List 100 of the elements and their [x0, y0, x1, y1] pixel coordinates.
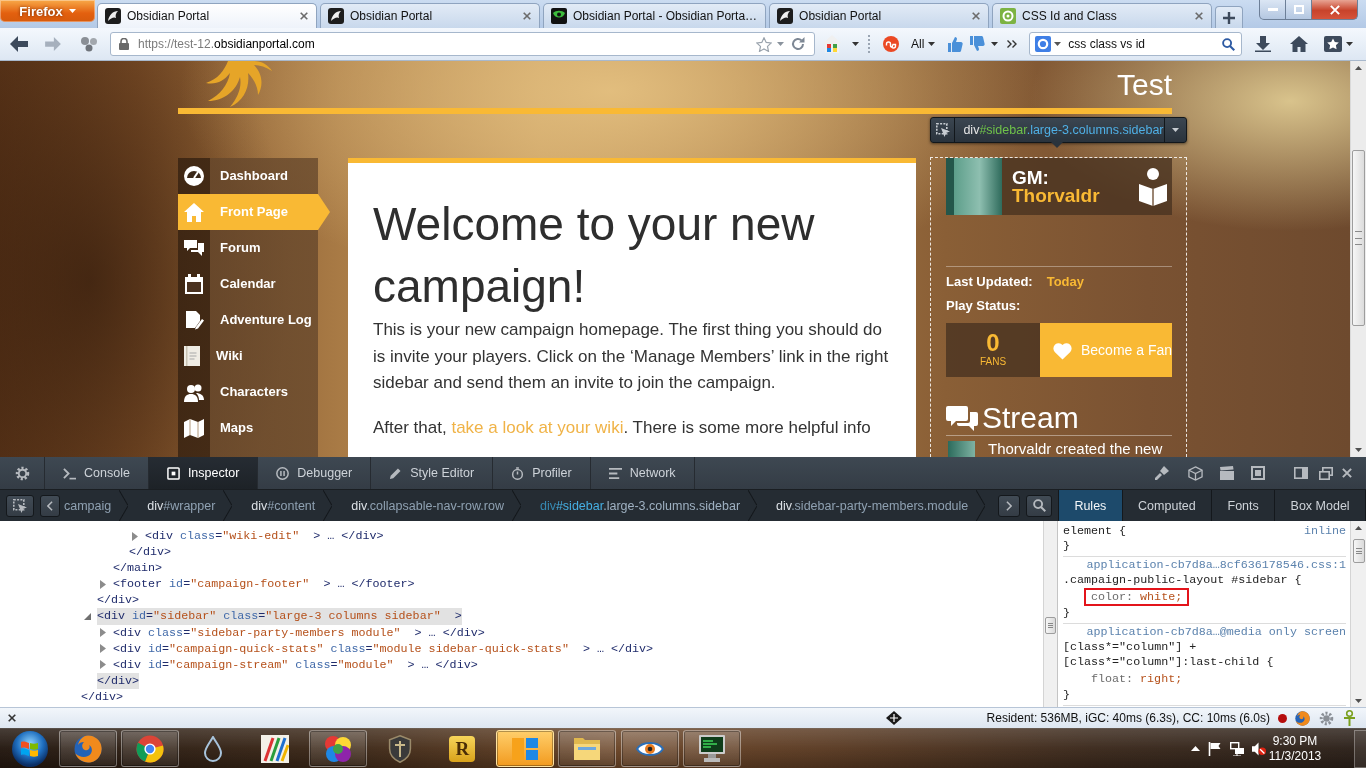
menu-button[interactable]: All	[911, 37, 936, 51]
caret-icon[interactable]	[1054, 42, 1062, 46]
flag-icon[interactable]	[1208, 741, 1221, 756]
nav-item[interactable]: Characters	[178, 374, 318, 410]
close-icon[interactable]	[300, 12, 308, 20]
markup-close-tag[interactable]: </div>	[129, 544, 172, 561]
double-chevron-icon[interactable]	[1007, 40, 1018, 48]
paintbrush-icon[interactable]	[1155, 466, 1169, 480]
nav-item[interactable]: Forum	[178, 230, 318, 266]
close-button[interactable]	[1312, 0, 1358, 20]
taskbar-button[interactable]: R	[433, 730, 492, 767]
clock-button[interactable]: 9:30 PM 11/3/2013	[1267, 733, 1323, 764]
maximize-button[interactable]	[1286, 0, 1312, 20]
settings-icon[interactable]	[14, 465, 30, 481]
record-dot-icon[interactable]	[1278, 713, 1287, 723]
scrollbar-thumb[interactable]	[1352, 539, 1365, 563]
close-icon[interactable]	[1342, 468, 1352, 478]
expand-arrow-icon[interactable]	[100, 644, 106, 654]
rules-scrollbar[interactable]	[1350, 521, 1366, 707]
browser-tab[interactable]: Obsidian Portal	[97, 3, 317, 28]
markup-close-tag[interactable]: </div>	[97, 592, 140, 609]
css-declaration[interactable]: color: white;	[1084, 588, 1190, 606]
separate-window-icon[interactable]	[1319, 466, 1333, 480]
expand-arrow-icon[interactable]	[100, 660, 106, 670]
browser-tab[interactable]: Obsidian Portal	[769, 3, 990, 28]
browser-tab[interactable]: Obsidian Portal - Obsidian Porta…	[543, 3, 767, 28]
breadcrumb[interactable]: campaig	[62, 490, 129, 521]
browser-tab[interactable]: CSS Id and Class	[992, 3, 1213, 28]
scroll-up-icon[interactable]	[1355, 526, 1362, 530]
show-desktop-button[interactable]	[1354, 729, 1366, 768]
ankh-icon[interactable]	[1344, 710, 1355, 726]
nav-item[interactable]: Adventure Log	[178, 302, 318, 338]
diamond-icon[interactable]	[885, 711, 902, 725]
caret-icon[interactable]	[1346, 42, 1354, 46]
cube-icon[interactable]	[1188, 465, 1203, 481]
stylesheet-link[interactable]: application-cb7d8a…8cf636178546.css:1	[1086, 558, 1346, 573]
close-icon[interactable]	[8, 714, 16, 722]
markup-tag[interactable]: <div id="sidebar" class="large-3 columns sidebar" >	[97, 608, 462, 625]
new-tab-button[interactable]	[1215, 6, 1244, 28]
page-scrollbar[interactable]	[1350, 61, 1366, 457]
pick-icon[interactable]	[935, 123, 950, 137]
devtools-tab[interactable]: Debugger	[258, 457, 372, 489]
scroll-down-icon[interactable]	[1355, 699, 1362, 703]
bookmarks-icon[interactable]	[1324, 36, 1343, 52]
address-field[interactable]: https://test-12.obsidianportal.com	[110, 32, 815, 56]
search-button[interactable]	[1026, 494, 1052, 517]
nav-item[interactable]: Dashboard	[178, 158, 318, 194]
markup-tag[interactable]: <div class="sidebar-party-members module" > … </div>	[113, 624, 485, 641]
expand-arrow-icon[interactable]	[132, 531, 138, 541]
round-logo-icon[interactable]	[883, 36, 899, 52]
scrollbar-thumb[interactable]	[1352, 150, 1365, 326]
gear-icon[interactable]	[1319, 710, 1334, 726]
markup-scrollbar[interactable]	[1043, 521, 1058, 707]
markup-tag[interactable]: <footer id="campaign-footer" > … </footer>	[113, 576, 415, 593]
css-declaration[interactable]: float: right;	[1084, 670, 1190, 688]
markup-close-tag[interactable]: </main>	[113, 560, 163, 577]
home-icon[interactable]	[1290, 36, 1309, 52]
pick-button[interactable]	[6, 494, 34, 517]
gm-name-link[interactable]: Thorvaldr	[1012, 186, 1100, 205]
stylesheet-link[interactable]: inline	[1303, 524, 1346, 539]
thumbs-up-icon[interactable]	[947, 36, 964, 52]
expand-arrow-icon[interactable]	[100, 628, 106, 638]
sidebar-tab[interactable]: Rules	[1059, 490, 1123, 521]
expand-arrow-icon[interactable]	[100, 579, 106, 589]
search-field[interactable]: css class vs id	[1029, 32, 1243, 56]
globe-icon[interactable]	[1295, 710, 1310, 726]
search-icon[interactable]	[1222, 37, 1236, 51]
browser-tab[interactable]: Obsidian Portal	[320, 3, 540, 28]
frame-icon[interactable]	[1251, 466, 1265, 480]
devtools-tab[interactable]: Console	[45, 457, 149, 489]
markup-tag[interactable]: <div id="campaign-quick-stats" class="module sidebar-quick-stats" > … </div>	[113, 640, 654, 657]
scroll-up-icon[interactable]	[1355, 66, 1362, 70]
scroll-down-icon[interactable]	[1355, 448, 1362, 452]
thumbs-down-icon[interactable]	[969, 36, 986, 52]
search-engine-icon[interactable]	[1035, 36, 1052, 52]
markup-close-tag[interactable]: </div>	[81, 688, 124, 706]
house-icon[interactable]	[823, 35, 841, 53]
devtools-tab[interactable]: Inspector	[148, 457, 259, 489]
muted-speaker-icon[interactable]	[1252, 741, 1266, 756]
markup-close-tag[interactable]: </div>	[97, 672, 140, 689]
nav-item[interactable]: Maps	[178, 410, 318, 446]
devtools-tab[interactable]: Style Editor	[371, 457, 494, 489]
nav-item[interactable]: Calendar	[178, 266, 318, 302]
stylesheet-link[interactable]: application-cb7d8a…@media only screen	[1086, 625, 1346, 640]
collapse-arrow-icon[interactable]	[84, 613, 91, 620]
scroll-left-button[interactable]	[40, 494, 60, 517]
caret-up-icon[interactable]	[1191, 746, 1200, 751]
dock-side-icon[interactable]	[1294, 467, 1308, 479]
back-icon[interactable]	[10, 36, 28, 52]
reload-icon[interactable]	[791, 37, 805, 51]
dropdown-caret-icon[interactable]	[1171, 128, 1179, 132]
markup-tag[interactable]: <div id="campaign-stream" class="module" > … </div>	[113, 656, 478, 673]
circles-icon[interactable]	[80, 36, 98, 52]
clapperboard-icon[interactable]	[1220, 466, 1234, 480]
devtools-tab[interactable]: Profiler	[493, 457, 591, 489]
scroll-right-button[interactable]	[998, 494, 1020, 517]
history-caret-icon[interactable]	[777, 42, 784, 46]
minimize-button[interactable]	[1259, 0, 1286, 20]
network-icon[interactable]	[1230, 741, 1244, 756]
caret-icon[interactable]	[852, 42, 859, 46]
